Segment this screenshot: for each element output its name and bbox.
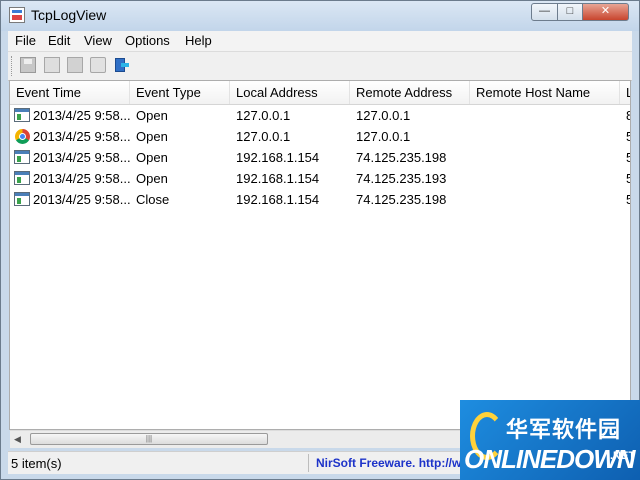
cell-type: Open bbox=[136, 129, 168, 144]
cell-host bbox=[476, 147, 620, 168]
save-icon[interactable] bbox=[20, 57, 36, 73]
menu-file[interactable]: File bbox=[15, 33, 36, 48]
cell-host bbox=[476, 105, 620, 126]
table-row[interactable]: 2013/4/25 9:58... Open 192.168.1.154 74.125… bbox=[10, 168, 630, 189]
cell-local: 192.168.1.154 bbox=[236, 150, 320, 165]
menu-view[interactable]: View bbox=[84, 33, 112, 48]
toolbar bbox=[8, 51, 632, 81]
table-row[interactable]: 2013/4/25 9:58... Open 127.0.0.1 127.0.0.1 8 bbox=[10, 105, 630, 126]
table-row[interactable]: 2013/4/25 9:58... Close 192.168.1.154 74.12… bbox=[10, 189, 630, 210]
chrome-icon bbox=[15, 129, 30, 144]
cell-type: Open bbox=[136, 108, 168, 123]
watermark-en: ONLINEDOWN bbox=[464, 444, 636, 474]
menu-edit[interactable]: Edit bbox=[48, 33, 70, 48]
nirsoft-link[interactable]: NirSoft Freeware. http://w bbox=[316, 456, 461, 470]
minimize-button[interactable]: — bbox=[531, 3, 558, 21]
connection-list[interactable]: Event Time Event Type Local Address Remo… bbox=[9, 80, 631, 430]
cell-local: 127.0.0.1 bbox=[236, 108, 291, 123]
table-row[interactable]: 2013/4/25 9:58... Open 127.0.0.1 127.0.0.1 5 bbox=[10, 126, 630, 147]
cell-local: 192.168.1.154 bbox=[236, 171, 320, 186]
column-header-local-address[interactable]: Local Address bbox=[230, 81, 350, 104]
column-header-partial[interactable]: L bbox=[620, 81, 630, 104]
menu-help[interactable]: Help bbox=[185, 33, 212, 48]
cell-extra: 5 bbox=[626, 126, 630, 147]
cell-host bbox=[476, 126, 620, 147]
cell-time: 2013/4/25 9:58... bbox=[33, 129, 130, 144]
cell-remote: 74.125.235.193 bbox=[356, 171, 447, 186]
cell-host bbox=[476, 168, 620, 189]
window-title: TcpLogView bbox=[31, 7, 107, 23]
list-header: Event Time Event Type Local Address Remo… bbox=[10, 81, 630, 105]
watermark-domain: .NET bbox=[610, 450, 636, 462]
cell-type: Open bbox=[136, 150, 168, 165]
cell-host bbox=[476, 189, 620, 210]
cell-remote: 74.125.235.198 bbox=[356, 192, 447, 207]
close-button[interactable]: ✕ bbox=[582, 3, 629, 21]
cell-local: 127.0.0.1 bbox=[236, 129, 291, 144]
find-icon[interactable] bbox=[90, 57, 106, 73]
exit-icon[interactable] bbox=[114, 57, 130, 73]
menu-options[interactable]: Options bbox=[125, 33, 170, 48]
cell-local: 192.168.1.154 bbox=[236, 192, 320, 207]
watermark-logo: 华军软件园 ONLINEDOWN .NET bbox=[460, 400, 640, 480]
cell-time: 2013/4/25 9:58... bbox=[33, 150, 130, 165]
title-bar[interactable]: TcpLogView — □ ✕ bbox=[1, 1, 639, 31]
window-icon bbox=[14, 171, 30, 185]
menu-bar: File Edit View Options Help bbox=[8, 31, 632, 51]
window-icon bbox=[14, 150, 30, 164]
column-header-remote-address[interactable]: Remote Address bbox=[350, 81, 470, 104]
maximize-button[interactable]: □ bbox=[557, 3, 583, 21]
cell-remote: 127.0.0.1 bbox=[356, 129, 411, 144]
toolbar-grip[interactable] bbox=[11, 56, 14, 76]
properties-icon[interactable] bbox=[67, 57, 83, 73]
cell-remote: 127.0.0.1 bbox=[356, 108, 411, 123]
column-header-event-type[interactable]: Event Type bbox=[130, 81, 230, 104]
cell-type: Close bbox=[136, 192, 170, 207]
cell-type: Open bbox=[136, 171, 168, 186]
cell-time: 2013/4/25 9:58... bbox=[33, 108, 130, 123]
column-header-event-time[interactable]: Event Time bbox=[10, 81, 130, 104]
window-icon bbox=[14, 192, 30, 206]
table-row[interactable]: 2013/4/25 9:58... Open 192.168.1.154 74.125… bbox=[10, 147, 630, 168]
app-icon bbox=[9, 7, 25, 23]
column-header-remote-host-name[interactable]: Remote Host Name bbox=[470, 81, 620, 104]
cell-extra: 8 bbox=[626, 105, 630, 126]
status-divider bbox=[308, 454, 309, 472]
scroll-left-icon[interactable]: ◀ bbox=[14, 434, 21, 445]
window-icon bbox=[14, 108, 30, 122]
cell-remote: 74.125.235.198 bbox=[356, 150, 447, 165]
copy-icon[interactable] bbox=[44, 57, 60, 73]
cell-extra: 5 bbox=[626, 189, 630, 210]
watermark-cn: 华军软件园 bbox=[506, 417, 622, 442]
scrollbar-thumb[interactable]: ||| bbox=[30, 433, 268, 445]
cell-extra: 5 bbox=[626, 168, 630, 189]
cell-time: 2013/4/25 9:58... bbox=[33, 192, 130, 207]
item-count: 5 item(s) bbox=[11, 456, 62, 471]
cell-time: 2013/4/25 9:58... bbox=[33, 171, 130, 186]
cell-extra: 5 bbox=[626, 147, 630, 168]
